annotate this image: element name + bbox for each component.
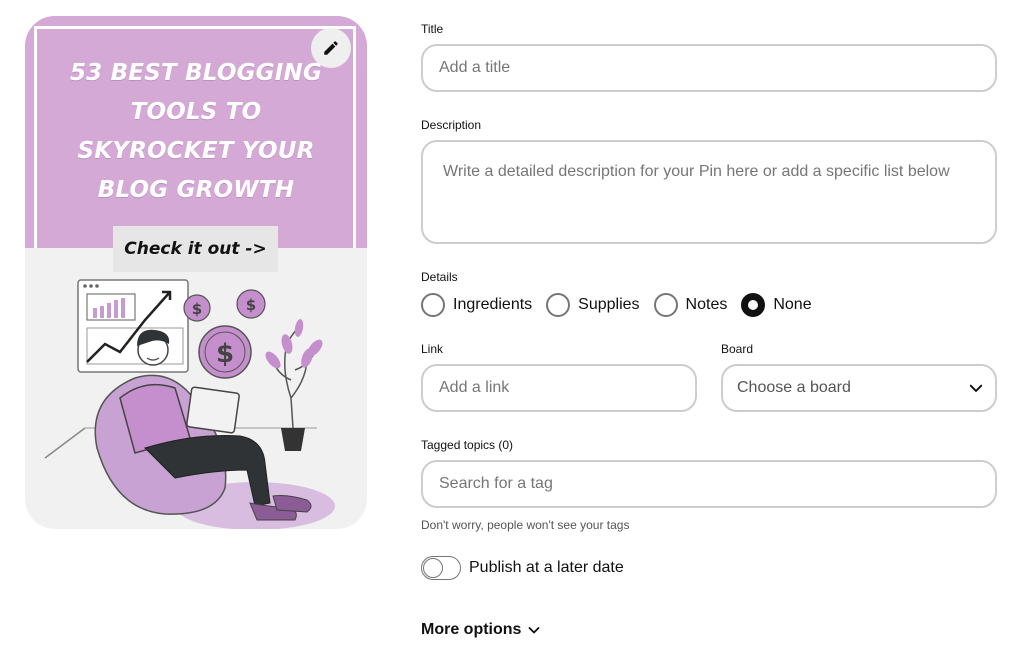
tag-search-input[interactable] <box>421 460 997 508</box>
board-select-value: Choose a board <box>737 379 851 396</box>
description-label: Description <box>421 118 482 132</box>
radio-label: Notes <box>685 296 728 313</box>
details-option-notes[interactable]: Notes <box>653 293 728 317</box>
details-radio-group: Ingredients Supplies Notes None <box>421 292 826 318</box>
tagged-topics-label: Tagged topics (0) <box>421 438 514 452</box>
details-option-none[interactable]: None <box>741 293 812 317</box>
radio-unchecked-icon[interactable] <box>421 293 445 317</box>
svg-text:$: $ <box>216 339 234 369</box>
more-options-label: More options <box>421 621 522 638</box>
pin-headline-line: BLOG GROWTH <box>97 177 295 203</box>
blogger-illustration: $ $ $ <box>44 279 335 529</box>
details-option-supplies[interactable]: Supplies <box>546 293 640 317</box>
tags-helper-text: Don't worry, people won't see your tags <box>421 518 630 532</box>
publish-later-label: Publish at a later date <box>469 559 624 576</box>
pin-headline-line: TOOLS TO <box>130 99 262 125</box>
pin-headline-line: 53 BEST BLOGGING <box>69 60 323 86</box>
board-select[interactable]: Choose a board <box>721 364 997 412</box>
svg-text:$: $ <box>246 296 256 314</box>
pin-headline-line: SKYROCKET YOUR <box>77 138 315 164</box>
details-option-ingredients[interactable]: Ingredients <box>421 293 532 317</box>
publish-later-toggle[interactable] <box>421 556 461 580</box>
pin-headline: 53 BEST BLOGGING TOOLS TO SKYROCKET YOUR… <box>39 54 353 210</box>
radio-checked-icon[interactable] <box>741 293 766 317</box>
title-label: Title <box>421 22 444 36</box>
pencil-icon <box>324 41 338 55</box>
pin-preview-card: 53 BEST BLOGGING TOOLS TO SKYROCKET YOUR… <box>25 16 367 529</box>
title-input[interactable] <box>421 44 997 92</box>
chevron-down-icon <box>529 627 540 634</box>
radio-label: None <box>773 296 812 313</box>
toggle-knob <box>423 558 443 578</box>
edit-pin-button[interactable] <box>311 28 351 68</box>
pin-cta-label: Check it out -> <box>113 226 278 272</box>
radio-unchecked-icon[interactable] <box>546 293 571 317</box>
chevron-down-icon <box>969 384 983 392</box>
link-input[interactable] <box>421 364 697 412</box>
radio-label: Ingredients <box>453 296 533 313</box>
details-label: Details <box>421 270 458 284</box>
description-textarea[interactable] <box>421 140 997 244</box>
svg-text:$: $ <box>192 300 202 318</box>
more-options-button[interactable]: More options <box>421 621 540 639</box>
board-label: Board <box>721 342 754 356</box>
radio-label: Supplies <box>578 296 640 313</box>
link-label: Link <box>421 342 444 356</box>
radio-unchecked-icon[interactable] <box>653 293 678 317</box>
